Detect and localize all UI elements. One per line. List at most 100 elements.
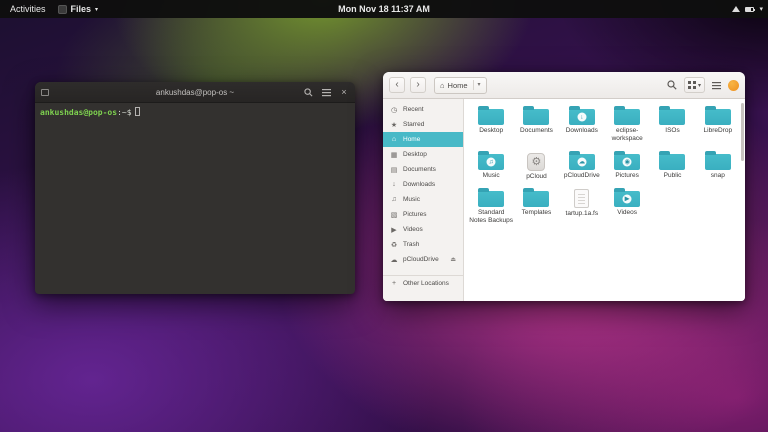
home-icon: ⌂ (390, 136, 398, 143)
folder-icon (705, 154, 731, 170)
user-avatar[interactable] (728, 80, 739, 91)
cloud-emblem-icon: ☁ (577, 157, 586, 166)
music-icon: ♫ (390, 196, 398, 203)
forward-button[interactable]: › (410, 77, 426, 93)
grid-item-desktop[interactable]: Desktop (469, 105, 513, 143)
files-headerbar: ‹ › ⌂ Home ▾ ▾ (383, 72, 745, 99)
app-menu-label: Files (71, 4, 92, 14)
location-button[interactable]: ⌂ Home ▾ (434, 77, 487, 94)
grid-item-videos[interactable]: ▶Videos (605, 187, 649, 225)
terminal-window: ankushdas@pop-os ~ × ankushdas@pop-os:~$ (35, 82, 355, 294)
folder-icon: ↓ (569, 109, 595, 125)
videos-icon: ▶ (390, 226, 398, 234)
sidebar-item-videos[interactable]: ▶Videos (383, 222, 463, 237)
terminal-prompt-user: ankushdas@pop-os (40, 108, 117, 117)
sidebar-item-desktop[interactable]: ▦Desktop (383, 147, 463, 162)
folder-icon (523, 191, 549, 207)
chevron-down-icon: ▾ (95, 6, 98, 13)
grid-item-public[interactable]: Public (650, 150, 694, 181)
grid-item-tartup-file[interactable]: tartup.1a.fs (560, 187, 604, 225)
sidebar-item-trash[interactable]: ♻Trash (383, 237, 463, 252)
terminal-body[interactable]: ankushdas@pop-os:~$ (35, 103, 355, 294)
close-icon[interactable]: × (339, 87, 349, 97)
menu-icon[interactable] (712, 81, 721, 90)
files-app-icon (58, 5, 67, 14)
back-button[interactable]: ‹ (389, 77, 405, 93)
download-emblem-icon: ↓ (577, 113, 586, 122)
desktop-icon: ▦ (390, 151, 398, 159)
folder-icon (523, 109, 549, 125)
folder-icon (478, 109, 504, 125)
search-icon[interactable] (303, 87, 313, 97)
scrollbar[interactable] (741, 103, 744, 161)
documents-icon: ▤ (390, 166, 398, 174)
grid-item-documents[interactable]: Documents (514, 105, 558, 143)
grid-item-templates[interactable]: Templates (514, 187, 558, 225)
terminal-titlebar[interactable]: ankushdas@pop-os ~ × (35, 82, 355, 103)
chevron-down-icon: ▾ (759, 5, 763, 13)
folder-icon: ◉ (614, 154, 640, 170)
folder-icon: ☁ (569, 154, 595, 170)
files-sidebar: ◷Recent ★Starred ⌂Home ▦Desktop ▤Documen… (383, 99, 464, 301)
view-toggle-button[interactable]: ▾ (684, 77, 705, 93)
system-tray[interactable]: ▾ (732, 0, 763, 18)
chevron-down-icon: ▾ (698, 82, 701, 89)
app-menu[interactable]: Files ▾ (58, 4, 99, 14)
terminal-tab-icon[interactable] (41, 89, 49, 96)
music-emblem-icon: ♫ (487, 157, 496, 166)
sidebar-item-starred[interactable]: ★Starred (383, 117, 463, 132)
terminal-prompt-path: :~$ (117, 108, 131, 117)
gear-icon: ⚙ (532, 155, 542, 168)
play-emblem-icon: ▶ (623, 195, 632, 204)
clock[interactable]: Mon Nov 18 11:37 AM (338, 4, 430, 14)
grid-item-downloads[interactable]: ↓Downloads (560, 105, 604, 143)
terminal-title: ankushdas@pop-os ~ (156, 88, 234, 97)
folder-icon (659, 154, 685, 170)
sidebar-item-pclouddrive[interactable]: ☁pCloudDrive⏏ (383, 252, 463, 267)
grid-item-pictures[interactable]: ◉Pictures (605, 150, 649, 181)
sidebar-item-documents[interactable]: ▤Documents (383, 162, 463, 177)
folder-icon (705, 109, 731, 125)
sidebar-item-other-locations[interactable]: +Other Locations (383, 276, 463, 291)
network-icon (732, 6, 740, 12)
grid-item-snap[interactable]: snap (696, 150, 740, 181)
plus-icon: + (390, 280, 398, 287)
sidebar-item-home[interactable]: ⌂Home (383, 132, 463, 147)
desktop: Activities Files ▾ Mon Nov 18 11:37 AM ▾… (0, 0, 768, 432)
files-window: ‹ › ⌂ Home ▾ ▾ (383, 72, 745, 301)
battery-icon (745, 7, 754, 12)
folder-icon (478, 191, 504, 207)
terminal-cursor (135, 107, 140, 116)
sidebar-item-pictures[interactable]: ▧Pictures (383, 207, 463, 222)
trash-icon: ♻ (390, 241, 398, 249)
file-grid: Desktop Documents ↓Downloads eclipse-wor… (464, 99, 745, 225)
downloads-icon: ↓ (390, 181, 398, 188)
sidebar-item-recent[interactable]: ◷Recent (383, 102, 463, 117)
files-main-area[interactable]: Desktop Documents ↓Downloads eclipse-wor… (464, 99, 745, 301)
grid-item-standard-notes-backups[interactable]: Standard Notes Backups (469, 187, 513, 225)
camera-emblem-icon: ◉ (623, 157, 632, 166)
eject-icon[interactable]: ⏏ (450, 256, 456, 263)
activities-button[interactable]: Activities (6, 4, 50, 14)
folder-icon: ♫ (478, 154, 504, 170)
grid-item-eclipse-workspace[interactable]: eclipse-workspace (605, 105, 649, 143)
pcloud-app-icon: ⚙ (527, 153, 545, 171)
folder-icon (659, 109, 685, 125)
cloud-icon: ☁ (390, 256, 398, 264)
chevron-down-icon: ▾ (473, 80, 481, 90)
sidebar-item-music[interactable]: ♫Music (383, 192, 463, 207)
grid-item-pcloud[interactable]: ⚙pCloud (514, 150, 558, 181)
grid-item-libredrop[interactable]: LibreDrop (696, 105, 740, 143)
file-icon (574, 189, 589, 208)
sidebar-item-downloads[interactable]: ↓Downloads (383, 177, 463, 192)
folder-icon (614, 109, 640, 125)
recent-icon: ◷ (390, 106, 398, 114)
grid-view-icon (688, 81, 696, 89)
grid-item-music[interactable]: ♫Music (469, 150, 513, 181)
location-label: Home (448, 81, 468, 90)
grid-item-pclouddrive[interactable]: ☁pCloudDrive (560, 150, 604, 181)
menu-icon[interactable] (321, 87, 331, 97)
search-icon[interactable] (667, 80, 677, 90)
folder-icon: ▶ (614, 191, 640, 207)
grid-item-isos[interactable]: ISOs (650, 105, 694, 143)
